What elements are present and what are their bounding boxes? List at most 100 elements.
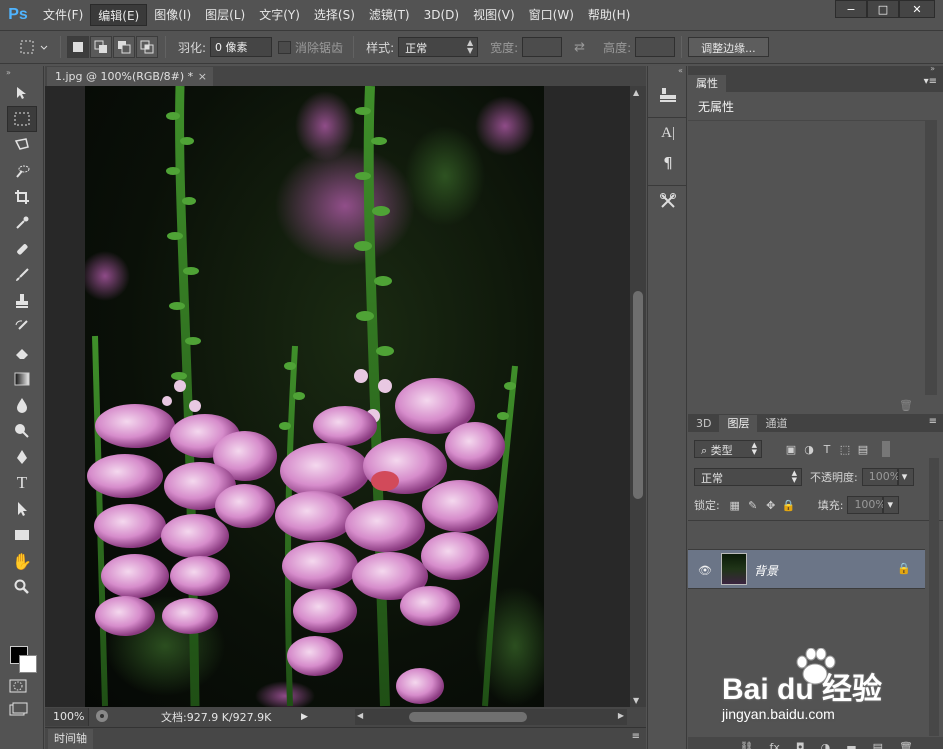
layer-style-fx-icon[interactable]: fx [770, 741, 780, 749]
maximize-button[interactable]: □ [867, 0, 899, 18]
tools-collapse-icon[interactable]: » [0, 66, 43, 80]
healing-brush-icon[interactable] [7, 236, 37, 262]
layers-scrollbar[interactable] [929, 458, 939, 736]
quick-selection-icon[interactable] [7, 158, 37, 184]
filter-pixel-icon[interactable]: ▣ [782, 443, 800, 456]
panel-menu-icon[interactable]: ≡ [929, 416, 937, 427]
pen-icon[interactable] [7, 444, 37, 470]
menu-type[interactable]: 文字(Y) [252, 4, 307, 26]
vertical-scroll-thumb[interactable] [633, 291, 643, 499]
new-layer-icon[interactable]: ▤ [873, 741, 883, 749]
history-panel-icon[interactable] [648, 80, 688, 110]
crop-icon[interactable] [7, 184, 37, 210]
layer-filter-select[interactable]: ⌕ 类型 ▲ ▼ [694, 440, 762, 458]
menu-file[interactable]: 文件(F) [36, 4, 90, 26]
tab-layers[interactable]: 图层 [719, 415, 758, 432]
paragraph-panel-icon[interactable]: ¶ [648, 148, 688, 178]
blur-icon[interactable] [7, 392, 37, 418]
add-mask-icon[interactable]: ◘ [796, 741, 805, 749]
eyedropper-icon[interactable] [7, 210, 37, 236]
document-tab[interactable]: 1.jpg @ 100%(RGB/8#) * × [47, 67, 213, 86]
blend-mode-select[interactable]: 正常 ▲ ▼ [694, 468, 802, 486]
fill-dropdown-icon[interactable]: ▾ [883, 496, 900, 514]
adjustment-layer-icon[interactable]: ◑ [821, 741, 831, 749]
menu-filter[interactable]: 滤镜(T) [362, 4, 417, 26]
menu-image[interactable]: 图像(I) [147, 4, 198, 26]
feather-input[interactable]: 0 像素 [210, 37, 273, 57]
brush-icon[interactable] [7, 262, 37, 288]
filter-toggle[interactable] [882, 441, 890, 457]
new-selection-mode[interactable] [67, 36, 89, 58]
swap-dimensions-icon[interactable]: ⇄ [574, 40, 585, 55]
lock-transparent-icon[interactable]: ▦ [726, 499, 744, 512]
link-layers-icon[interactable]: ⛓ [740, 741, 754, 749]
panel-menu-icon[interactable]: ≡ [632, 731, 640, 742]
properties-scrollbar[interactable] [925, 120, 937, 395]
filter-adjustment-icon[interactable]: ◑ [800, 443, 818, 456]
minimize-button[interactable]: − [835, 0, 867, 18]
tab-close-icon[interactable]: × [198, 67, 207, 86]
lock-pixels-icon[interactable]: ✎ [744, 499, 762, 512]
opacity-input[interactable]: 100% [861, 468, 900, 486]
quick-mask-icon[interactable] [8, 678, 36, 698]
layer-name[interactable]: 背景 [754, 562, 778, 579]
menu-help[interactable]: 帮助(H) [581, 4, 637, 26]
close-button[interactable]: ✕ [899, 0, 935, 18]
screen-mode-icon[interactable] [8, 702, 36, 722]
dock-expand-icon[interactable]: » [930, 64, 935, 73]
tab-properties[interactable]: 属性 [688, 75, 726, 92]
scroll-down-icon[interactable]: ▼ [633, 696, 639, 705]
style-select[interactable]: 正常 ▲ ▼ [398, 37, 479, 57]
new-group-icon[interactable]: ▬ [846, 741, 856, 749]
status-info-icon[interactable] [95, 709, 111, 726]
tab-3d[interactable]: 3D [688, 415, 719, 432]
scroll-right-icon[interactable]: ▶ [618, 711, 624, 720]
trash-icon[interactable]: 🗑 [899, 399, 913, 412]
rectangle-shape-icon[interactable] [7, 522, 37, 548]
panel-menu-icon[interactable]: ▾≡ [924, 76, 937, 87]
filter-smart-object-icon[interactable]: ▤ [854, 443, 872, 456]
menu-window[interactable]: 窗口(W) [522, 4, 581, 26]
fill-input[interactable]: 100% [847, 496, 886, 514]
background-color-swatch[interactable] [19, 655, 37, 673]
menu-layer[interactable]: 图层(L) [198, 4, 252, 26]
trash-icon[interactable]: 🗑 [899, 741, 913, 749]
clone-stamp-icon[interactable] [7, 288, 37, 314]
timeline-tab[interactable]: 时间轴 [48, 729, 93, 749]
layer-row[interactable]: 👁 背景 🔒 [688, 549, 925, 589]
photo-canvas[interactable] [85, 86, 544, 707]
opacity-dropdown-icon[interactable]: ▾ [897, 468, 914, 486]
add-selection-mode[interactable] [90, 36, 112, 58]
refine-edge-button[interactable]: 调整边缘... [688, 37, 769, 57]
eraser-icon[interactable] [7, 340, 37, 366]
type-icon[interactable]: T [7, 470, 37, 496]
scroll-up-icon[interactable]: ▲ [633, 88, 639, 97]
horizontal-scroll-thumb[interactable] [409, 712, 527, 722]
subtract-selection-mode[interactable] [113, 36, 135, 58]
height-input[interactable] [635, 37, 676, 57]
horizontal-scrollbar[interactable]: ◀ ▶ [355, 709, 627, 725]
status-menu-arrow-icon[interactable]: ▶ [301, 712, 308, 722]
rectangular-marquee-icon[interactable] [7, 106, 37, 132]
filter-type-icon[interactable]: T [818, 443, 836, 456]
zoom-icon[interactable] [7, 574, 37, 600]
menu-select[interactable]: 选择(S) [307, 4, 362, 26]
antialias-checkbox[interactable] [278, 40, 292, 54]
eye-icon[interactable]: 👁 [698, 564, 712, 577]
filter-shape-icon[interactable]: ⬚ [836, 443, 854, 456]
scroll-left-icon[interactable]: ◀ [357, 711, 363, 720]
tool-preset-picker[interactable] [14, 35, 54, 59]
dodge-icon[interactable] [7, 418, 37, 444]
character-panel-icon[interactable]: A| [648, 118, 688, 148]
move-tool-icon[interactable] [7, 80, 37, 106]
canvas-area[interactable] [45, 86, 630, 707]
width-input[interactable] [522, 37, 563, 57]
zoom-level-field[interactable]: 100% [45, 708, 89, 726]
lasso-icon[interactable] [7, 132, 37, 158]
hand-icon[interactable]: ✋ [7, 548, 37, 574]
tool-presets-panel-icon[interactable] [648, 186, 688, 216]
history-brush-icon[interactable] [7, 314, 37, 340]
dock-collapse-icon[interactable]: « [648, 66, 686, 80]
lock-all-icon[interactable]: 🔒 [780, 499, 798, 512]
intersect-selection-mode[interactable] [136, 36, 158, 58]
